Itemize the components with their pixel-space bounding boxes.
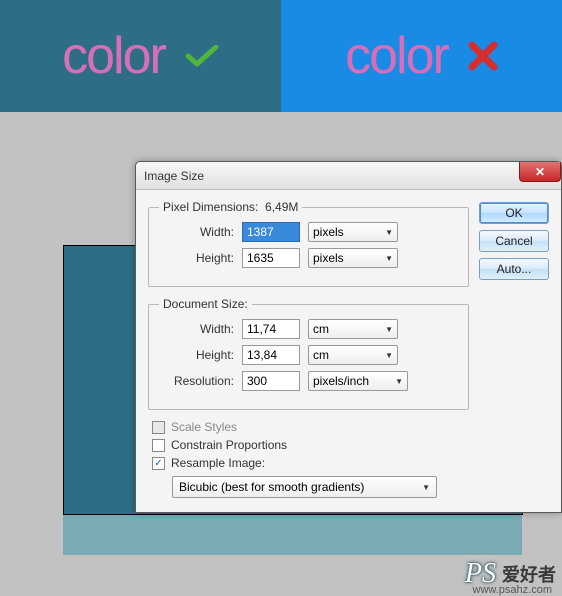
px-width-unit-combo[interactable]: pixels ▼ [308, 222, 398, 242]
dialog-button-column: OK Cancel Auto... [479, 200, 549, 498]
ok-button[interactable]: OK [479, 202, 549, 224]
doc-height-row: Height: cm ▼ [159, 345, 458, 365]
banner-left: color [0, 0, 281, 112]
resample-method-combo[interactable]: Bicubic (best for smooth gradients) ▼ [172, 476, 437, 498]
scale-styles-label: Scale Styles [171, 420, 237, 434]
px-width-label: Width: [159, 225, 234, 239]
dialog-title: Image Size [144, 169, 204, 183]
chevron-down-icon: ▼ [385, 325, 393, 334]
dialog-left-column: Pixel Dimensions: 6,49M Width: pixels ▼ H… [148, 200, 469, 498]
check-icon [185, 45, 219, 67]
resolution-label: Resolution: [159, 374, 234, 388]
resolution-row: Resolution: pixels/inch ▼ [159, 371, 458, 391]
constrain-checkbox[interactable] [152, 439, 165, 452]
resolution-input[interactable] [242, 371, 300, 391]
close-button[interactable]: ✕ [519, 162, 561, 182]
chevron-down-icon: ▼ [385, 228, 393, 237]
px-width-input[interactable] [242, 222, 300, 242]
pixel-dimensions-group: Pixel Dimensions: 6,49M Width: pixels ▼ H… [148, 200, 469, 287]
image-size-dialog: Image Size ✕ Pixel Dimensions: 6,49M Wid… [135, 161, 562, 513]
top-banner: color color [0, 0, 562, 112]
dialog-titlebar[interactable]: Image Size ✕ [136, 162, 561, 190]
resample-method-value: Bicubic (best for smooth gradients) [179, 480, 364, 494]
pixel-dim-size: 6,49M [265, 200, 298, 214]
color-word-right: color [345, 26, 448, 86]
constrain-row[interactable]: Constrain Proportions [152, 438, 469, 452]
px-height-label: Height: [159, 251, 234, 265]
doc-width-unit: cm [313, 322, 329, 336]
canvas-strip [63, 515, 522, 555]
chevron-down-icon: ▼ [385, 254, 393, 263]
resample-label: Resample Image: [171, 456, 265, 470]
cancel-button[interactable]: Cancel [479, 230, 549, 252]
doc-height-input[interactable] [242, 345, 300, 365]
resample-row[interactable]: ✓ Resample Image: [152, 456, 469, 470]
resolution-unit: pixels/inch [313, 374, 369, 388]
watermark-url: www.psahz.com [473, 584, 552, 596]
constrain-label: Constrain Proportions [171, 438, 287, 452]
doc-width-row: Width: cm ▼ [159, 319, 458, 339]
dialog-body: Pixel Dimensions: 6,49M Width: pixels ▼ H… [136, 190, 561, 512]
scale-styles-row: Scale Styles [152, 420, 469, 434]
doc-height-label: Height: [159, 348, 234, 362]
chevron-down-icon: ▼ [385, 351, 393, 360]
document-size-legend: Document Size: [159, 297, 252, 311]
px-height-unit: pixels [313, 251, 344, 265]
color-word-left: color [62, 26, 165, 86]
doc-height-unit-combo[interactable]: cm ▼ [308, 345, 398, 365]
pixel-dim-label: Pixel Dimensions: [163, 200, 258, 214]
close-icon: ✕ [535, 165, 545, 179]
cross-icon [468, 41, 498, 71]
doc-width-label: Width: [159, 322, 234, 336]
document-size-group: Document Size: Width: cm ▼ Height: cm ▼ Re… [148, 297, 469, 410]
doc-height-unit: cm [313, 348, 329, 362]
doc-width-input[interactable] [242, 319, 300, 339]
auto-button[interactable]: Auto... [479, 258, 549, 280]
px-height-unit-combo[interactable]: pixels ▼ [308, 248, 398, 268]
doc-width-unit-combo[interactable]: cm ▼ [308, 319, 398, 339]
px-width-unit: pixels [313, 225, 344, 239]
px-height-input[interactable] [242, 248, 300, 268]
resolution-unit-combo[interactable]: pixels/inch ▼ [308, 371, 408, 391]
scale-styles-checkbox [152, 421, 165, 434]
px-width-row: Width: pixels ▼ [159, 222, 458, 242]
chevron-down-icon: ▼ [395, 377, 403, 386]
px-height-row: Height: pixels ▼ [159, 248, 458, 268]
chevron-down-icon: ▼ [422, 483, 430, 492]
pixel-dimensions-legend: Pixel Dimensions: 6,49M [159, 200, 302, 214]
resample-checkbox[interactable]: ✓ [152, 457, 165, 470]
banner-right: color [281, 0, 562, 112]
